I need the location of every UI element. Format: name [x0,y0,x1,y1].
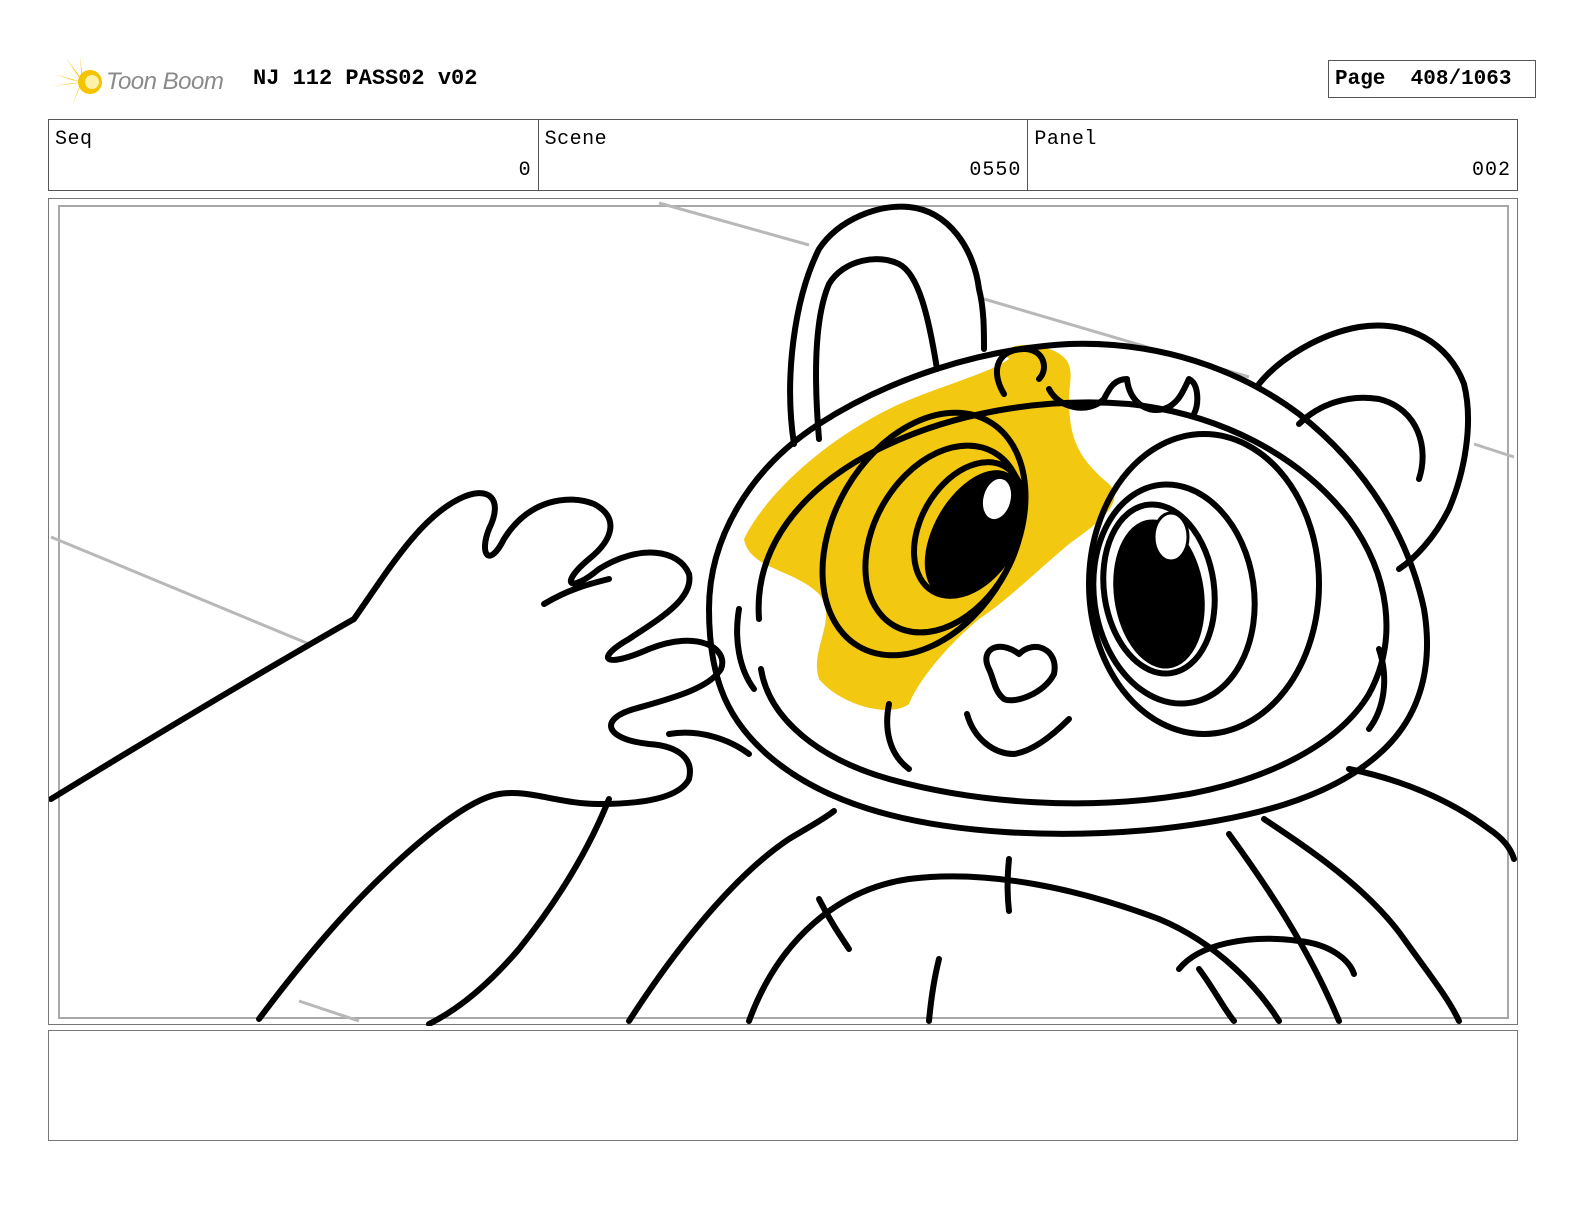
seq-label: Seq [55,128,93,151]
logo-text: Toon Boom [106,68,224,95]
panel-cell: Panel 002 [1028,120,1517,190]
scene-value: 0550 [969,159,1022,182]
page-header: Toon Boom NJ 112 PASS02 v02 Page 408/106… [48,50,1536,110]
scene-label: Scene [544,128,608,151]
scene-cell: Scene 0550 [539,120,1029,190]
toon-boom-logo: Toon Boom [52,56,242,108]
panel-label: Panel [1034,128,1097,151]
document-title: NJ 112 PASS02 v02 [253,66,478,91]
storyboard-panel [48,198,1518,1026]
page-value: 408/1063 [1410,67,1512,91]
storyboard-sketch-raccoon-character-icon [49,201,1517,1026]
page-counter: Page 408/1063 [1328,60,1536,98]
seq-cell: Seq 0 [49,120,539,190]
seq-value: 0 [518,159,532,182]
page-label: Page [1335,67,1386,91]
panel-value: 002 [1472,159,1512,182]
caption-box [48,1030,1518,1141]
starburst-logo-icon [52,56,102,106]
shot-info-row: Seq 0 Scene 0550 Panel 002 [48,119,1518,191]
